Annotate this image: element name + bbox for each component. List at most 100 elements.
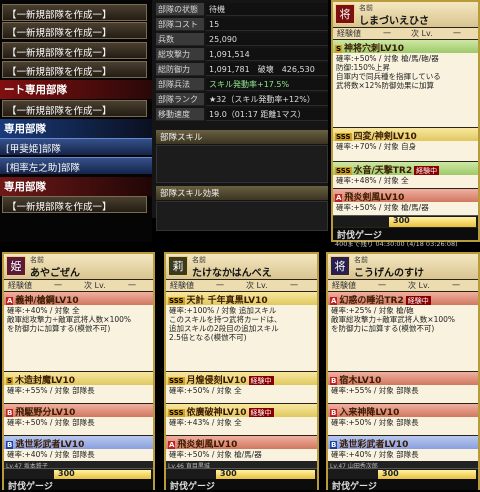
next-level-label: 次 Lv.: [246, 281, 268, 290]
unit-item-sagara[interactable]: [相率左之助]部隊: [0, 157, 152, 174]
skill-1-title[interactable]: A 義神/槍鋼LV10: [4, 292, 153, 305]
unit-skill-header: 部隊スキル: [156, 130, 328, 144]
rank-badge: B: [6, 441, 14, 449]
general-portrait-icon: 姫: [6, 256, 26, 276]
unit-skill-effect-body: [156, 201, 328, 231]
exp-value: 一: [378, 281, 386, 290]
rank-badge: S: [335, 45, 343, 53]
exp-value: 一: [54, 281, 62, 290]
exp-label: 経験値: [332, 281, 356, 290]
status-value: ★32（スキル発動率+12%）: [206, 93, 328, 106]
skill-text: 確率:+50% / 対象 槍/馬/砲/器: [336, 54, 439, 63]
new-unit-button[interactable]: 【一新規部隊を作成一】: [2, 4, 147, 21]
skill-4-title[interactable]: B 逃世彩武者LV10: [4, 436, 153, 449]
skill-4-title[interactable]: A 飛炎剣風LV10: [166, 436, 317, 449]
rank-badge: SSS: [335, 167, 352, 175]
status-row: 部隊の状態 待機: [156, 3, 328, 16]
rank-badge: B: [6, 409, 14, 417]
skill-2-body: 確率:+55% / 対象 部隊長: [4, 385, 153, 403]
next-level-value: 一: [290, 281, 298, 290]
next-level-value: 一: [453, 29, 461, 38]
hp-bar: 300: [333, 215, 478, 227]
status-row: 兵数 25,090: [156, 33, 328, 46]
skill-3-body: 確率:+48% / 対象 全: [333, 175, 478, 188]
skill-text: を防御力に加算する(模倣不可): [331, 324, 435, 333]
gauge-label: 討伐ゲージ: [4, 479, 153, 492]
hp-bar: 300: [328, 468, 478, 479]
rank-badge: A: [6, 297, 14, 305]
new-unit-button[interactable]: 【一新規部隊を作成一】: [2, 196, 147, 213]
unit-skill-body: [156, 145, 328, 183]
status-row: 移動速度 19.0（01:17 距離1マス）: [156, 108, 328, 121]
skill-1-body: 確率:+25% / 対象 槍/砲 敵軍総攻撃力÷敵軍武将人数×100% を防御力…: [328, 305, 478, 371]
gauge-label: 討伐ゲージ: [166, 479, 317, 492]
status-value: 1,091,514: [206, 48, 328, 61]
skill-1-title[interactable]: SSS 天計 千年真黒LV10: [166, 292, 317, 305]
hp-bar: 300: [4, 468, 153, 479]
general-card[interactable]: 莉 名前 たけなかはんべえ 経験値 一 次 Lv. 一 SSS 天計 千年真黒LV…: [164, 252, 319, 492]
skill-1-name: 天計 千年真黒LV10: [186, 296, 268, 305]
general-card[interactable]: 将 名前 しまづいえひさ 経験値 一 次 Lv. 一 S 神将穴刺LV10 確率:…: [331, 0, 480, 242]
new-unit-button[interactable]: 【一新規部隊を作成一】: [2, 100, 147, 117]
skill-1-title[interactable]: A 幻惑の睡沿TR2 経験中: [328, 292, 478, 305]
skill-2-title[interactable]: S 木造封魔LV10: [4, 372, 153, 385]
next-level-value: 一: [128, 281, 136, 290]
skill-text: 防御:150%上昇: [336, 63, 390, 72]
skill-2-name: 月煌侵刻LV10: [186, 376, 247, 385]
hp-value: 300: [58, 469, 75, 478]
status-key: 部隊の状態: [156, 3, 204, 16]
skill-3-title[interactable]: B 飛駆野分LV10: [4, 404, 153, 417]
card-footer: Lv.47 山田秀次郎: [328, 461, 478, 470]
skill-3-name: 飛駆野分LV10: [15, 408, 76, 417]
hp-value: 300: [220, 469, 237, 478]
general-card[interactable]: 将 名前 こうげんのすけ 経験値 一 次 Lv. 一 A 幻惑の睡沿TR2 経験中 …: [326, 252, 480, 492]
general-portrait-icon: 将: [330, 256, 350, 276]
skill-text: このスキルを持つ武将カードは、: [169, 315, 282, 324]
exp-label: 経験値: [170, 281, 194, 290]
exp-row: 経験値 一 次 Lv. 一: [328, 280, 478, 291]
general-card[interactable]: 姫 名前 あやごぜん 経験値 一 次 Lv. 一 A 義神/槍鋼LV10 確率:+…: [2, 252, 155, 492]
skill-4-name: 飛炎剣風LV10: [344, 193, 405, 202]
countdown-text: 400まで残り 04:30:00 (4/18 03:26:08): [335, 240, 458, 248]
skill-2-title[interactable]: SSS 四変/神剣LV10: [333, 128, 478, 141]
exp-label: 経験値: [8, 281, 32, 290]
skill-1-body: 確率:+50% / 対象 槍/馬/砲/器 防御:150%上昇 自軍内で同兵種を指…: [333, 53, 478, 127]
rank-badge: B: [330, 377, 338, 385]
unit-skill-effect-header: 部隊スキル効果: [156, 186, 328, 200]
new-unit-button[interactable]: 【一新規部隊を作成一】: [2, 22, 147, 39]
skill-4-title[interactable]: A 飛炎剣風LV10: [333, 189, 478, 202]
skill-1-name: 義神/槍鋼LV10: [15, 296, 79, 305]
skill-3-title[interactable]: SSS 依廣破神LV10 経験中: [166, 404, 317, 417]
next-level-label: 次 Lv.: [408, 281, 430, 290]
exp-value: 一: [216, 281, 224, 290]
skill-3-body: 確率:+50% / 対象 部隊長: [328, 417, 478, 435]
general-name: こうげんのすけ: [354, 268, 424, 279]
status-key: 部隊ランク: [156, 93, 204, 106]
status-row: 総防御力 1,091,781 破壊 426,530: [156, 63, 328, 76]
unit-list-panel: 【一新規部隊を作成一】 【一新規部隊を作成一】 【一新規部隊を作成一】 【一新規…: [0, 0, 152, 242]
skill-text: 確率:+40% / 対象 全: [7, 306, 80, 315]
skill-2-name: 宿木LV10: [339, 376, 382, 385]
skill-2-body: 確率:+50% / 対象 全: [166, 385, 317, 403]
skill-4-name: 飛炎剣風LV10: [177, 440, 238, 449]
skill-2-name: 四変/神剣LV10: [353, 132, 417, 141]
status-value: 1,091,781 破壊 426,530: [206, 63, 328, 76]
skill-1-title[interactable]: S 神将穴刺LV10: [333, 40, 478, 53]
card-name-plate: 姫 名前 あやごぜん: [4, 254, 153, 279]
skill-3-body: 確率:+43% / 対象 全: [166, 417, 317, 435]
skill-4-title[interactable]: B 逃世彩武者LV10: [328, 436, 478, 449]
new-unit-button[interactable]: 【一新規部隊を作成一】: [2, 61, 147, 78]
skill-2-title[interactable]: SSS 月煌侵刻LV10 経験中: [166, 372, 317, 385]
exp-row: 経験値 一 次 Lv. 一: [4, 280, 153, 291]
skill-text: を防御力に加算する(模倣不可): [7, 324, 111, 333]
new-unit-button[interactable]: 【一新規部隊を作成一】: [2, 42, 147, 59]
skill-2-title[interactable]: B 宿木LV10: [328, 372, 478, 385]
skill-3-name: 入来神降LV10: [339, 408, 400, 417]
skill-3-title[interactable]: B 入来神降LV10: [328, 404, 478, 417]
status-key: 部隊コスト: [156, 18, 204, 31]
status-key: 部隊兵法: [156, 78, 204, 91]
skill-3-title[interactable]: SSS 水音/天撃TR2 経験中: [333, 162, 478, 175]
gauge-label: 討伐ゲージ: [328, 479, 478, 492]
skill-text: 武将数×12%防御効果に加算: [336, 81, 434, 90]
unit-item-kaihime[interactable]: [甲斐姫]部隊: [0, 138, 152, 155]
